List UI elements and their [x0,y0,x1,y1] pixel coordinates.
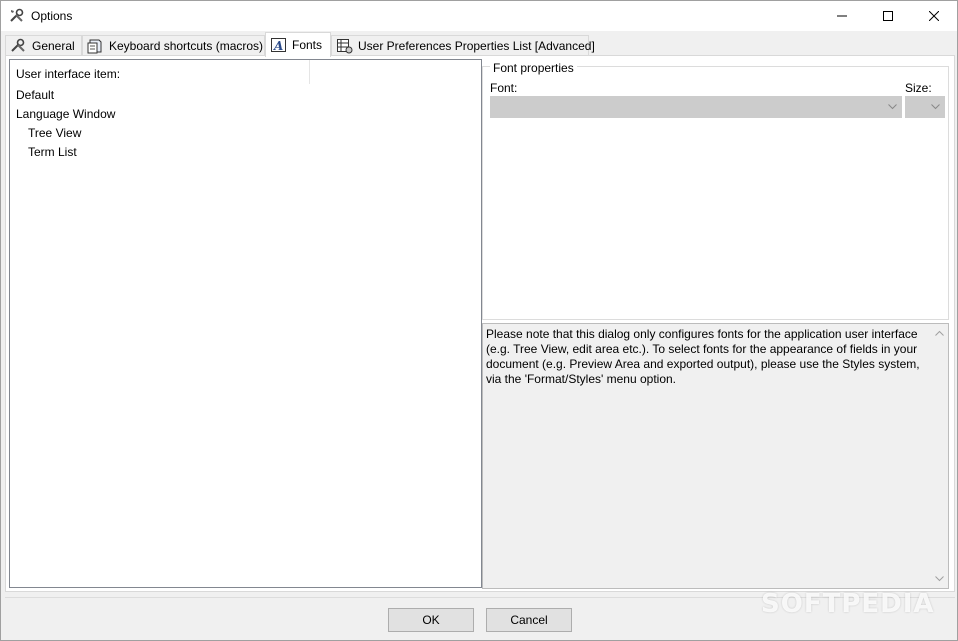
tools-icon [11,38,25,52]
list-item-tree-view[interactable]: Tree View [28,126,81,140]
maximize-icon [883,11,893,21]
size-combobox[interactable] [905,96,945,118]
cancel-button[interactable]: Cancel [486,608,572,632]
chevron-up-icon[interactable] [935,330,944,336]
minimize-button[interactable] [819,1,865,31]
font-label: Font: [490,81,518,95]
group-title: Font properties [490,61,577,75]
list-item-language-window[interactable]: Language Window [16,107,115,121]
font-properties-group: Font properties Font: Size: [482,61,949,320]
softpedia-watermark: SOFTPEDIA [761,589,935,619]
tab-keyboard-shortcuts[interactable]: Keyboard shortcuts (macros) [82,35,265,56]
list-column-header[interactable]: User interface item: [10,60,310,84]
tools-icon [10,8,24,22]
chevron-down-icon [931,104,940,110]
close-button[interactable] [911,1,957,31]
title-bar: Options [1,1,957,31]
tab-user-preferences[interactable]: User Preferences Properties List [Advanc… [331,35,595,56]
minimize-icon [837,15,847,17]
tab-label: General [32,39,75,53]
chevron-down-icon [888,104,897,110]
tab-label: Fonts [292,38,323,52]
maximize-button[interactable] [865,1,911,31]
keyboard-icon [87,39,102,54]
column-header-label: User interface item: [16,67,121,81]
tab-strip: General Keyboard shortcuts (macros) A Fo… [3,32,955,57]
tab-label: User Preferences Properties List [Advanc… [358,39,595,53]
info-note-text: Please note that this dialog only config… [486,327,920,386]
info-note-box: Please note that this dialog only config… [482,323,949,589]
tab-fonts[interactable]: A Fonts [265,32,331,57]
list-item-default[interactable]: Default [16,88,54,102]
font-combobox[interactable] [490,96,902,118]
font-icon: A [271,38,286,53]
options-window: Options General Keyboard shortcuts (macr… [0,0,958,641]
size-label: Size: [905,81,932,95]
property-list-icon [337,39,353,54]
ok-button[interactable]: OK [388,608,474,632]
list-item-term-list[interactable]: Term List [28,145,77,159]
ui-item-list[interactable]: User interface item: Default Language Wi… [9,59,482,588]
note-scrollbar[interactable] [931,324,948,588]
chevron-down-icon[interactable] [935,576,944,582]
tab-label: Keyboard shortcuts (macros) [109,39,264,53]
window-title: Options [31,9,73,23]
close-icon [929,11,939,21]
svg-text:A: A [273,39,283,53]
fonts-tab-panel: User interface item: Default Language Wi… [5,55,955,592]
tab-general[interactable]: General [5,35,82,56]
